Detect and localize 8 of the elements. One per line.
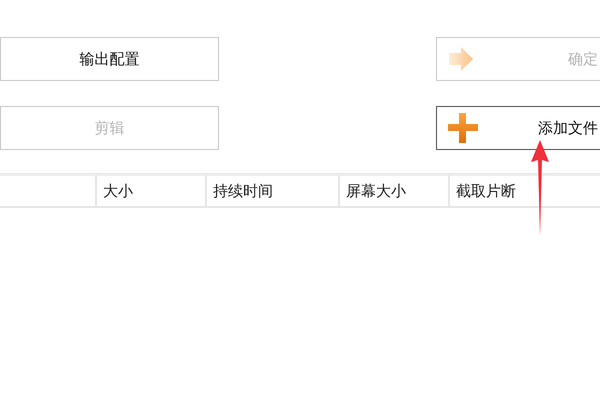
column-header[interactable]: 大小: [97, 174, 207, 206]
column-header[interactable]: [0, 174, 97, 206]
arrow-right-icon: [447, 45, 475, 73]
action-button[interactable]: 添加文件: [436, 106, 600, 150]
column-header[interactable]: 屏幕大小: [340, 174, 450, 206]
column-header[interactable]: 持续时间: [207, 174, 340, 206]
option-button[interactable]: 输出配置: [0, 37, 219, 81]
plus-icon: [447, 112, 479, 144]
